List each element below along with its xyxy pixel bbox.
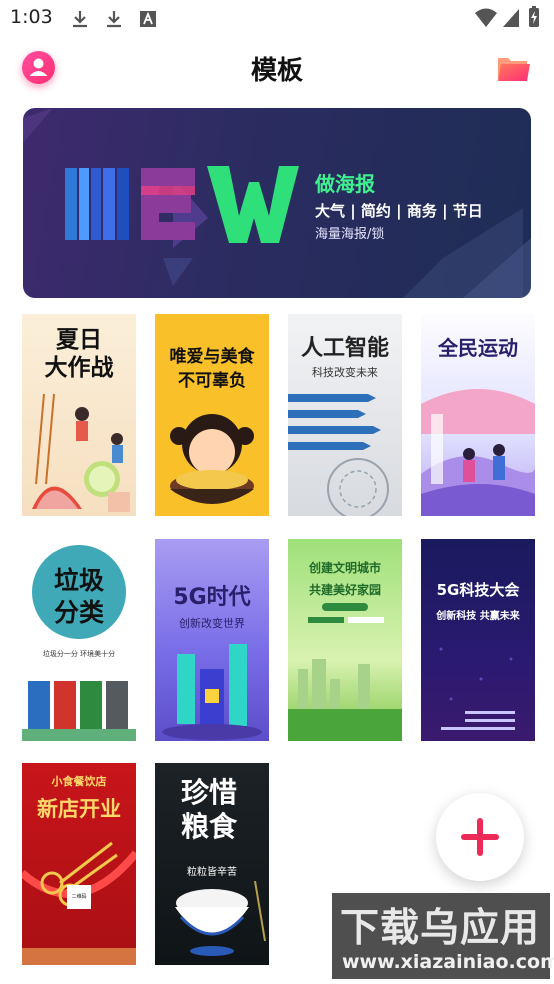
city-illustration xyxy=(288,603,402,741)
download-icon xyxy=(107,11,121,28)
wifi-icon xyxy=(475,8,497,27)
summer-illustration xyxy=(32,393,130,512)
template-card-city[interactable]: 创建文明城市 共建美好家园 xyxy=(288,539,402,741)
template-title: 全民运动 xyxy=(438,336,518,360)
status-bar: 1:03 xyxy=(0,0,554,38)
template-card-cherish-food[interactable]: 珍惜 粮食 粒粒皆辛苦 xyxy=(155,763,269,965)
status-time: 1:03 xyxy=(10,6,53,28)
conference-illustration xyxy=(439,647,515,730)
template-title: 人工智能 xyxy=(300,336,389,361)
template-title: 大作战 xyxy=(44,355,114,381)
sports-illustration xyxy=(421,389,535,516)
ai-illustration xyxy=(288,394,389,516)
5g-illustration xyxy=(162,644,262,740)
banner-tagline: 海量海报/锁 xyxy=(315,227,385,242)
template-subtitle: 创新改变世界 xyxy=(179,617,245,630)
qr-code: 二维码 xyxy=(67,885,91,909)
food-illustration xyxy=(170,414,254,504)
template-card-5g[interactable]: 5G时代 创新改变世界 xyxy=(155,539,269,741)
template-card-food[interactable]: 唯爱与美食 不可辜负 xyxy=(155,314,269,516)
add-template-button[interactable] xyxy=(436,793,524,881)
template-title: 5G时代 xyxy=(173,585,251,610)
template-subtitle: 粒粒皆辛苦 xyxy=(187,867,237,878)
template-subtitle: 科技改变未来 xyxy=(312,366,378,379)
template-title: 分类 xyxy=(53,598,104,627)
template-subtitle: 创新科技 共赢未来 xyxy=(436,611,520,622)
template-title: 粮食 xyxy=(181,810,238,843)
template-title: 5G科技大会 xyxy=(436,581,520,599)
template-card-sports[interactable]: 全民运动 xyxy=(421,314,535,516)
template-subtitle: 垃圾分一分 环境美十分 xyxy=(42,650,116,658)
template-title: 唯爱与美食 xyxy=(169,347,255,367)
banner-tags: 大气 | 简约 | 商务 | 节日 xyxy=(315,202,483,220)
template-title: 新店开业 xyxy=(37,797,121,821)
folder-button[interactable] xyxy=(496,54,531,83)
template-card-5g-conference[interactable]: 5G科技大会 创新科技 共赢未来 xyxy=(421,539,535,741)
template-card-grand-opening[interactable]: 小食餐饮店 新店开业 二维码 xyxy=(22,763,136,965)
template-card-summer[interactable]: 夏日 大作战 xyxy=(22,314,136,516)
page-title: 模板 xyxy=(250,56,303,86)
watermark-title: 下载乌应用 xyxy=(340,906,541,951)
font-icon xyxy=(140,11,156,27)
banner-heading: 做海报 xyxy=(315,172,375,196)
bins-illustration xyxy=(22,681,136,741)
signal-icon xyxy=(503,9,519,27)
battery-icon xyxy=(529,6,539,27)
template-card-garbage[interactable]: 垃圾 分类 垃圾分一分 环境美十分 xyxy=(22,539,136,741)
template-title: 共建美好家园 xyxy=(308,583,381,597)
plus-icon xyxy=(461,818,499,856)
template-brand: 小食餐饮店 xyxy=(51,775,107,788)
template-title: 创建文明城市 xyxy=(308,561,381,575)
watermark-url: www.xiazainiao.com xyxy=(342,951,554,973)
template-title: 垃圾 xyxy=(53,566,104,595)
template-title: 不可辜负 xyxy=(178,371,246,391)
download-icon xyxy=(73,11,87,28)
rice-bowl-illustration xyxy=(175,881,266,956)
template-card-ai[interactable]: 人工智能 科技改变未来 xyxy=(288,314,402,516)
watermark: 下载乌应用 www.xiazainiao.com xyxy=(332,893,554,979)
banner[interactable]: 做海报 大气 | 简约 | 商务 | 节日 海量海报/锁 xyxy=(23,108,531,298)
